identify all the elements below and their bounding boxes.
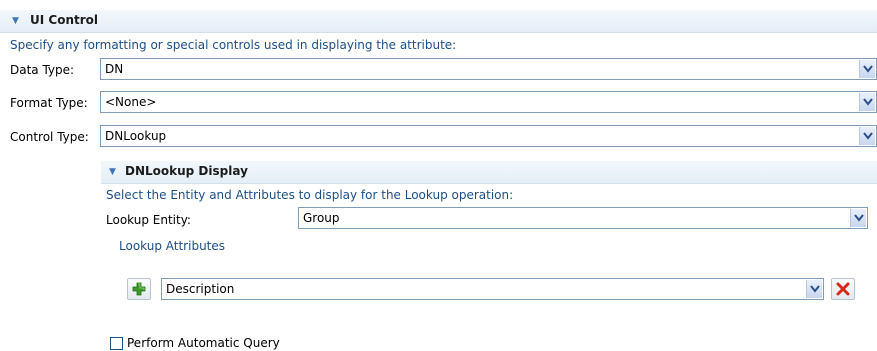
ui-control-header[interactable]: ▼ UI Control <box>0 10 877 33</box>
dnlookup-display-header[interactable]: ▼ DNLookup Display <box>101 161 877 184</box>
control-type-label: Control Type: <box>10 130 89 144</box>
remove-attribute-button[interactable] <box>831 278 855 300</box>
dnlookup-display-title: DNLookup Display <box>125 164 248 178</box>
chevron-down-icon[interactable] <box>850 209 866 227</box>
expand-twistie-icon[interactable]: ▼ <box>12 16 19 26</box>
chevron-down-icon[interactable] <box>859 127 875 145</box>
dnlookup-description: Select the Entity and Attributes to disp… <box>106 188 514 202</box>
lookup-entity-value: Group <box>303 211 340 225</box>
data-type-value: DN <box>105 62 124 76</box>
chevron-down-icon[interactable] <box>859 60 875 78</box>
lookup-attributes-label: Lookup Attributes <box>119 239 226 253</box>
lookup-attribute-select[interactable]: Description <box>161 278 824 300</box>
ui-control-description: Specify any formatting or special contro… <box>10 38 457 52</box>
control-type-value: DNLookup <box>105 129 167 143</box>
perform-auto-query-label[interactable]: Perform Automatic Query <box>127 336 280 350</box>
format-type-select[interactable]: <None> <box>100 91 877 113</box>
chevron-down-icon[interactable] <box>806 280 822 298</box>
data-type-select[interactable]: DN <box>100 58 877 80</box>
lookup-entity-label: Lookup Entity: <box>106 213 191 227</box>
expand-twistie-icon[interactable]: ▼ <box>109 167 116 177</box>
ui-control-title: UI Control <box>30 13 98 27</box>
add-attribute-button[interactable] <box>127 278 151 300</box>
lookup-entity-select[interactable]: Group <box>298 207 868 229</box>
data-type-label: Data Type: <box>10 63 75 77</box>
format-type-value: <None> <box>105 95 157 109</box>
perform-auto-query-checkbox[interactable] <box>110 337 123 350</box>
lookup-attribute-value: Description <box>166 282 235 296</box>
control-type-select[interactable]: DNLookup <box>100 125 877 147</box>
format-type-label: Format Type: <box>10 96 88 110</box>
chevron-down-icon[interactable] <box>859 93 875 111</box>
